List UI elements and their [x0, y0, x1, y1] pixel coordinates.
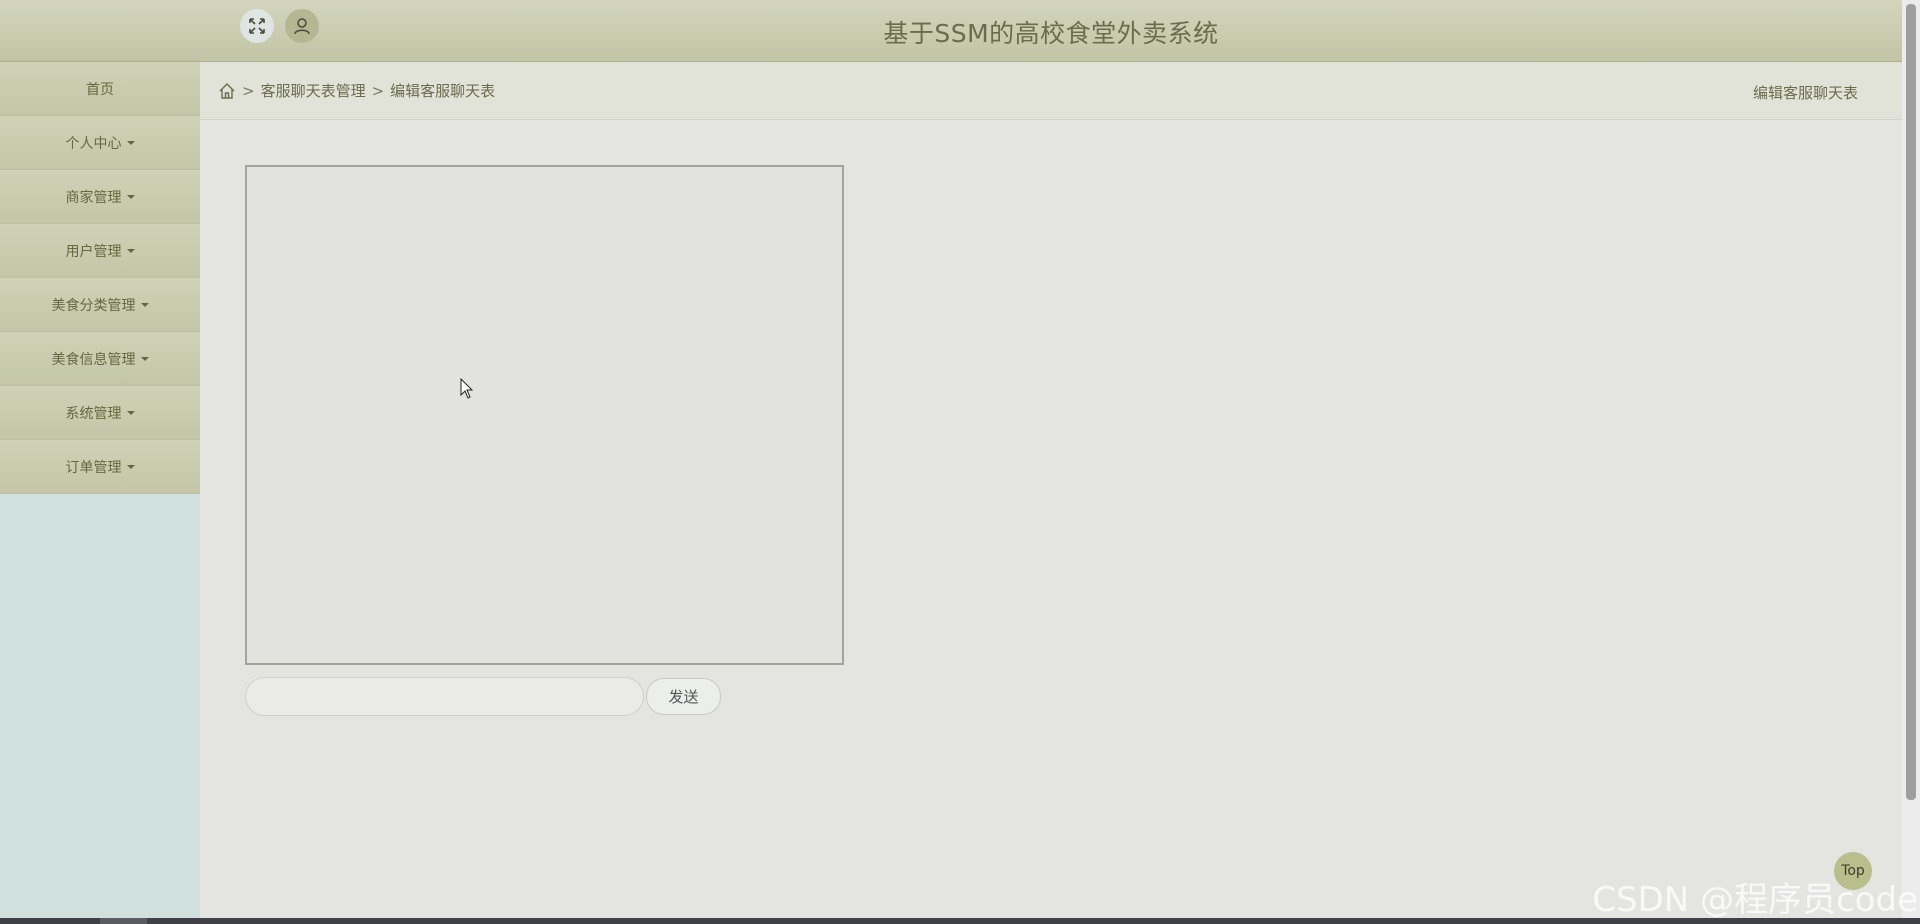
caret-down-icon: [126, 140, 135, 145]
caret-down-icon: [126, 464, 135, 469]
caret-down-icon: [126, 410, 135, 415]
sidebar-item-label: 系统管理: [65, 405, 122, 422]
sidebar-item-label: 美食信息管理: [51, 351, 136, 368]
sidebar: 首页 个人中心 商家管理 用户管理 美食分类管理 美食信息管理 系统管理 订单管…: [0, 62, 200, 924]
sidebar-item-personal-center[interactable]: 个人中心: [0, 116, 200, 170]
sidebar-item-orders[interactable]: 订单管理: [0, 440, 200, 494]
caret-down-icon: [126, 194, 135, 199]
sidebar-item-merchant[interactable]: 商家管理: [0, 170, 200, 224]
sidebar-item-food-info[interactable]: 美食信息管理: [0, 332, 200, 386]
breadcrumb-item-chat-management[interactable]: 客服聊天表管理: [261, 80, 366, 101]
bottom-strip-segment: [100, 918, 147, 924]
caret-down-icon: [140, 356, 149, 361]
breadcrumb-separator: >: [242, 81, 255, 100]
sidebar-item-label: 首页: [86, 81, 114, 98]
sidebar-item-label: 订单管理: [65, 459, 122, 476]
breadcrumb-separator: >: [371, 81, 385, 100]
mouse-cursor-icon: [460, 378, 474, 399]
vertical-scrollbar[interactable]: [1902, 0, 1920, 924]
chat-input[interactable]: [245, 677, 644, 716]
sidebar-item-label: 用户管理: [65, 243, 122, 260]
sidebar-item-system[interactable]: 系统管理: [0, 386, 200, 440]
caret-down-icon: [140, 302, 149, 307]
send-button[interactable]: 发送: [646, 678, 721, 715]
top-header: 基于SSM的高校食堂外卖系统: [0, 0, 1902, 62]
watermark: CSDN @程序员code: [1592, 880, 1918, 920]
sidebar-item-label: 商家管理: [65, 189, 122, 206]
page-title: 编辑客服聊天表: [1752, 84, 1858, 102]
sidebar-item-user[interactable]: 用户管理: [0, 224, 200, 278]
app-title: 基于SSM的高校食堂外卖系统: [883, 19, 1219, 48]
home-icon[interactable]: [218, 82, 236, 100]
chat-message-area[interactable]: [245, 165, 844, 665]
breadcrumb-item-edit-chat: 编辑客服聊天表: [390, 82, 496, 100]
sidebar-item-home[interactable]: 首页: [0, 62, 200, 116]
sidebar-item-food-category[interactable]: 美食分类管理: [0, 278, 200, 332]
breadcrumb: > 客服聊天表管理 > 编辑客服聊天表: [218, 80, 495, 101]
breadcrumb-bar: > 客服聊天表管理 > 编辑客服聊天表 编辑客服聊天表: [200, 62, 1902, 120]
bottom-strip: [0, 918, 1920, 924]
sidebar-item-label: 个人中心: [65, 135, 122, 152]
sidebar-item-label: 美食分类管理: [51, 297, 136, 314]
scrollbar-thumb[interactable]: [1906, 4, 1916, 800]
caret-down-icon: [126, 248, 135, 253]
